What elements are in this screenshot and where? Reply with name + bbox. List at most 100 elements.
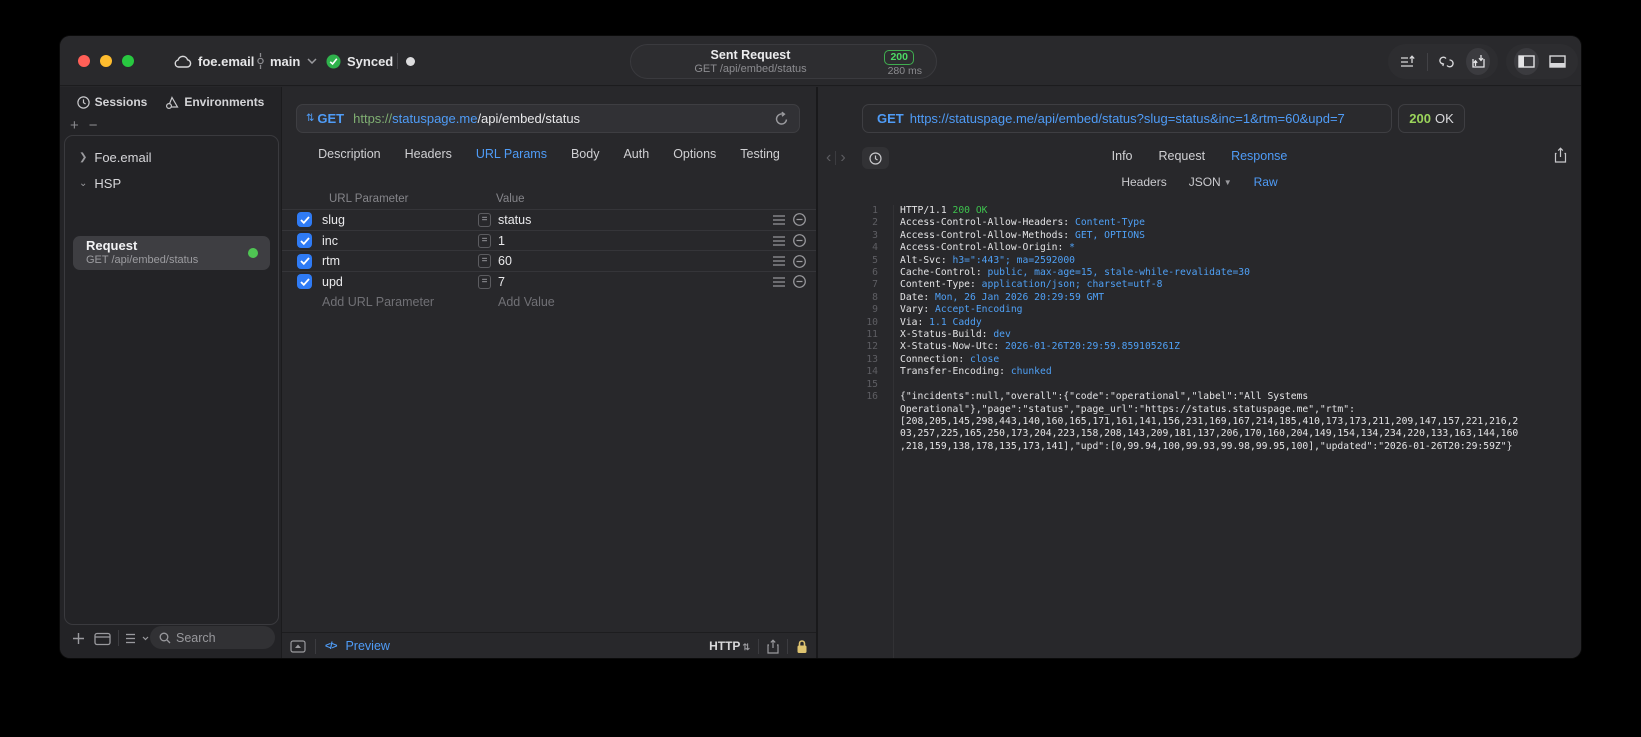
resend-request-icon[interactable]	[774, 111, 789, 127]
preview-button[interactable]: Preview	[345, 639, 389, 653]
new-folder-icon	[94, 632, 111, 645]
titlebar: foe.email main Synced Sent Request GET /…	[60, 36, 1581, 86]
add-request-button[interactable]	[72, 626, 85, 650]
reorder-icon[interactable]	[773, 215, 785, 225]
param-checkbox[interactable]	[297, 253, 312, 269]
sidebar-item-request[interactable]: Request GET /api/embed/status	[73, 236, 270, 270]
param-table: slug = status inc = 1 rtm = 60 upd = 7 Add URL Param…	[282, 209, 816, 313]
param-value[interactable]: 1	[498, 234, 505, 248]
reorder-icon[interactable]	[773, 235, 785, 246]
tree-group-foe-email[interactable]: ❯ Foe.email	[79, 150, 151, 165]
request-editor-tabs: Description Headers URL Params Body Auth Opti…	[282, 147, 816, 161]
equals-icon: =	[478, 212, 491, 227]
code-icon[interactable]: </>	[325, 641, 338, 652]
tab-url-params[interactable]: URL Params	[476, 147, 547, 161]
sent-method: GET	[877, 111, 904, 126]
request-status-pill[interactable]: Sent Request GET /api/embed/status 200 2…	[630, 44, 937, 79]
toolbar-separator	[118, 630, 119, 646]
add-value-placeholder[interactable]: Add Value	[498, 295, 555, 309]
param-table-header: URL Parameter Value	[282, 193, 816, 209]
code-line: 14 Transfer-Encoding: chunked	[866, 366, 1052, 378]
bottom-panel-icon[interactable]	[1545, 48, 1570, 75]
remove-session-button[interactable]: −	[89, 117, 108, 134]
search-input[interactable]: Search	[150, 626, 275, 649]
response-tab-info[interactable]: Info	[1112, 149, 1133, 163]
code-line: 15	[866, 378, 878, 390]
remove-icon[interactable]	[793, 213, 806, 227]
url-host: statuspage.me	[392, 111, 478, 126]
chevron-down-icon[interactable]	[307, 36, 317, 86]
status-code-badge: 200	[884, 50, 914, 65]
response-subtab-json[interactable]: JSON ▼	[1189, 175, 1232, 189]
new-folder-button[interactable]	[94, 626, 111, 650]
tab-headers[interactable]: Headers	[405, 147, 452, 161]
branch-name[interactable]: main	[270, 36, 300, 86]
tab-sessions[interactable]: Sessions	[76, 95, 147, 109]
tab-description[interactable]: Description	[318, 147, 381, 161]
lock-icon[interactable]	[796, 639, 808, 654]
param-name[interactable]: inc	[322, 234, 338, 248]
chevron-down-icon	[142, 636, 149, 640]
sent-request-url[interactable]: GET https://statuspage.me/api/embed/stat…	[862, 104, 1392, 133]
expand-panel-icon[interactable]	[290, 639, 306, 653]
tab-options[interactable]: Options	[673, 147, 716, 161]
remove-icon[interactable]	[793, 254, 806, 268]
response-subtab-headers[interactable]: Headers	[1121, 175, 1166, 189]
reorder-icon[interactable]	[773, 277, 785, 287]
code-line: 1 HTTP/1.1 200 OK	[872, 205, 988, 216]
param-row-slug[interactable]: slug = status	[282, 209, 816, 230]
reorder-icon[interactable]	[773, 256, 785, 266]
add-session-button[interactable]: +	[70, 117, 89, 134]
share-icon[interactable]	[1554, 147, 1567, 163]
param-row-inc[interactable]: inc = 1	[282, 229, 816, 251]
list-view-button[interactable]	[126, 626, 149, 650]
gutter-divider	[893, 205, 894, 658]
remove-icon[interactable]	[793, 275, 806, 289]
left-sidebar-icon[interactable]	[1514, 48, 1539, 75]
param-checkbox[interactable]	[297, 233, 312, 249]
project-name[interactable]: foe.email	[198, 36, 254, 86]
equals-icon: =	[478, 254, 491, 269]
code-line: 5 Alt-Svc: h3=":443"; ma=2592000	[872, 254, 1075, 266]
code-line: 2 Access-Control-Allow-Headers: Content-T…	[872, 217, 1145, 229]
tab-testing[interactable]: Testing	[740, 147, 780, 161]
close-button[interactable]	[78, 55, 90, 67]
tab-environments[interactable]: Environments	[165, 95, 264, 109]
param-name[interactable]: upd	[322, 275, 343, 289]
environments-icon	[166, 95, 179, 109]
share-icon[interactable]	[767, 638, 779, 654]
response-subtab-raw[interactable]: Raw	[1254, 175, 1278, 189]
request-list-icon[interactable]	[1396, 48, 1420, 75]
param-value[interactable]: 7	[498, 275, 505, 289]
method-label[interactable]: GET	[317, 111, 344, 126]
add-param-placeholder[interactable]: Add URL Parameter	[322, 295, 434, 309]
response-raw-view[interactable]: 1 HTTP/1.1 200 OK 2 Access-Control-Allow-He…	[818, 205, 1581, 658]
url-bar[interactable]: ⇅ GET https://statuspage.me/api/embed/st…	[296, 104, 800, 133]
param-value[interactable]: status	[498, 213, 531, 227]
tree-group-hsp[interactable]: ⌄ HSP	[79, 176, 121, 191]
minimize-button[interactable]	[100, 55, 112, 67]
search-placeholder: Search	[176, 630, 216, 645]
tab-body[interactable]: Body	[571, 147, 600, 161]
response-tab-request[interactable]: Request	[1159, 149, 1206, 163]
param-row-upd[interactable]: upd = 7	[282, 271, 816, 292]
param-checkbox[interactable]	[297, 274, 312, 290]
protocol-selector[interactable]: HTTP ⇅	[709, 639, 750, 653]
tree-group-label: HSP	[94, 176, 122, 191]
response-tab-response[interactable]: Response	[1231, 149, 1287, 163]
code-line: 7 Content-Type: application/json; charset…	[872, 279, 1163, 291]
up-down-stepper-icon[interactable]: ⇅	[306, 113, 314, 124]
link-loop-icon[interactable]	[1435, 48, 1459, 75]
import-export-icon[interactable]	[1465, 48, 1490, 75]
tab-auth[interactable]: Auth	[623, 147, 649, 161]
param-value[interactable]: 60	[498, 254, 512, 268]
remove-icon[interactable]	[793, 234, 806, 247]
param-name[interactable]: rtm	[322, 254, 340, 268]
code-line: 3 Access-Control-Allow-Methods: GET, OPTI…	[872, 229, 1145, 241]
param-row-rtm[interactable]: rtm = 60	[282, 250, 816, 271]
zoom-button[interactable]	[122, 55, 134, 67]
param-checkbox[interactable]	[297, 212, 312, 228]
code-line: 11 X-Status-Build: dev	[866, 329, 1011, 341]
param-name[interactable]: slug	[322, 213, 345, 227]
param-add-row[interactable]: Add URL Parameter Add Value	[282, 292, 816, 313]
